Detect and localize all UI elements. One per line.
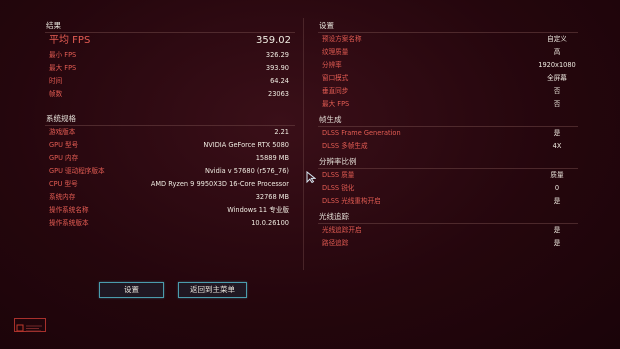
frame-gen-row-value: 4X	[552, 142, 562, 150]
logo-glyph-icon	[16, 324, 42, 332]
system-row-label: 游戏版本	[49, 128, 76, 136]
resolution-scale-row-value: 质量	[550, 171, 564, 179]
raytracing-panel: 光线追踪 光线追踪开启 是 路径追踪 是	[318, 211, 578, 250]
main-menu-button[interactable]: 返回到主菜单	[178, 282, 247, 298]
settings-row-label: 窗口模式	[322, 74, 349, 82]
settings-row: 纹理质量 高	[318, 46, 578, 59]
settings-row: 窗口模式 全屏幕	[318, 72, 578, 85]
settings-row-value: 自定义	[547, 35, 567, 43]
results-row-value: 23063	[268, 90, 289, 98]
settings-row-value: 1920x1080	[538, 61, 576, 69]
resolution-scale-row-label: DLSS 质量	[322, 171, 355, 179]
results-panel: 结果 平均 FPS 359.02 最小 FPS 326.29 最大 FPS 39…	[45, 20, 295, 101]
system-row-label: CPU 型号	[49, 180, 78, 188]
system-row-value: 32768 MB	[255, 193, 289, 201]
avg-fps-value: 359.02	[256, 35, 291, 46]
results-row-value: 393.90	[265, 64, 289, 72]
resolution-scale-row-value: 是	[553, 197, 561, 205]
settings-row-value: 全屏幕	[547, 74, 567, 82]
system-row: 系统内存 32768 MB	[45, 191, 295, 204]
system-row-value: AMD Ryzen 9 9950X3D 16-Core Processor	[150, 180, 289, 188]
resolution-scale-row: DLSS 锐化 0	[318, 182, 578, 195]
results-row: 最大 FPS 393.90	[45, 62, 295, 75]
cursor-arrow-icon	[306, 171, 316, 183]
settings-panel: 设置 预设方案名称 自定义 纹理质量 高 分辨率 1920x1080 窗口模式 …	[318, 20, 578, 111]
system-row: CPU 型号 AMD Ryzen 9 9950X3D 16-Core Proce…	[45, 178, 295, 191]
results-row-label: 帧数	[49, 90, 63, 98]
frame-gen-row-label: DLSS Frame Generation	[322, 129, 401, 137]
results-row-label: 最大 FPS	[49, 64, 77, 72]
system-row-label: GPU 内存	[49, 154, 79, 162]
system-row: GPU 驱动程序版本 Nvidia v 57680 (r576_76)	[45, 165, 295, 178]
settings-row: 最大 FPS 否	[318, 98, 578, 111]
settings-row-label: 最大 FPS	[322, 100, 350, 108]
system-row-label: 系统内存	[49, 193, 76, 201]
raytracing-row: 路径追踪 是	[318, 237, 578, 250]
system-row-value: 2.21	[274, 128, 289, 136]
system-row-label: 操作系统版本	[49, 219, 89, 227]
resolution-scale-row-label: DLSS 光线重构开启	[322, 197, 381, 205]
settings-title: 设置	[318, 20, 578, 33]
system-row-value: 15889 MB	[255, 154, 289, 162]
settings-row: 分辨率 1920x1080	[318, 59, 578, 72]
results-row: 时间 64.24	[45, 75, 295, 88]
resolution-scale-row-value: 0	[554, 184, 560, 192]
panel-divider	[303, 18, 304, 270]
resolution-scale-row: DLSS 光线重构开启 是	[318, 195, 578, 208]
brand-logo-icon	[14, 318, 46, 332]
settings-row-label: 垂直同步	[322, 87, 349, 95]
frame-gen-row-label: DLSS 多帧生成	[322, 142, 368, 150]
settings-row-label: 分辨率	[322, 61, 342, 69]
raytracing-row-value: 是	[553, 226, 561, 234]
resolution-scale-title: 分辨率比例	[318, 156, 578, 169]
system-row-value: Windows 11 专业版	[227, 206, 289, 214]
system-row-value: Nvidia v 57680 (r576_76)	[204, 167, 289, 175]
system-row-value: 10.0.26100	[251, 219, 289, 227]
results-row-value: 326.29	[265, 51, 289, 59]
raytracing-row-label: 光线追踪开启	[322, 226, 362, 234]
results-row-label: 最小 FPS	[49, 51, 77, 59]
system-row: GPU 内存 15889 MB	[45, 152, 295, 165]
system-row: GPU 型号 NVIDIA GeForce RTX 5080	[45, 139, 295, 152]
settings-row: 预设方案名称 自定义	[318, 33, 578, 46]
resolution-scale-row: DLSS 质量 质量	[318, 169, 578, 182]
frame-gen-row: DLSS Frame Generation 是	[318, 127, 578, 140]
settings-row-label: 纹理质量	[322, 48, 349, 56]
raytracing-row-value: 是	[553, 239, 561, 247]
frame-gen-row: DLSS 多帧生成 4X	[318, 140, 578, 153]
system-row-label: GPU 型号	[49, 141, 79, 149]
settings-button[interactable]: 设置	[99, 282, 164, 298]
settings-row-value: 否	[553, 87, 561, 95]
settings-row-value: 高	[553, 48, 561, 56]
system-row: 操作系统版本 10.0.26100	[45, 217, 295, 230]
settings-row: 垂直同步 否	[318, 85, 578, 98]
system-row-label: 操作系统名称	[49, 206, 89, 214]
resolution-scale-panel: 分辨率比例 DLSS 质量 质量 DLSS 锐化 0 DLSS 光线重构开启 是	[318, 156, 578, 208]
system-title: 系统规格	[45, 113, 295, 126]
results-row-label: 时间	[49, 77, 63, 85]
settings-row-label: 预设方案名称	[322, 35, 362, 43]
results-row-value: 64.24	[270, 77, 289, 85]
results-row: 帧数 23063	[45, 88, 295, 101]
avg-fps-label: 平均 FPS	[49, 35, 91, 46]
system-row: 操作系统名称 Windows 11 专业版	[45, 204, 295, 217]
system-panel: 系统规格 游戏版本 2.21 GPU 型号 NVIDIA GeForce RTX…	[45, 113, 295, 230]
results-row: 最小 FPS 326.29	[45, 49, 295, 62]
system-row-value: NVIDIA GeForce RTX 5080	[203, 141, 289, 149]
resolution-scale-row-label: DLSS 锐化	[322, 184, 355, 192]
frame-gen-title: 帧生成	[318, 114, 578, 127]
system-row: 游戏版本 2.21	[45, 126, 295, 139]
system-row-label: GPU 驱动程序版本	[49, 167, 105, 175]
settings-row-value: 否	[553, 100, 561, 108]
frame-gen-panel: 帧生成 DLSS Frame Generation 是 DLSS 多帧生成 4X	[318, 114, 578, 153]
results-title: 结果	[45, 20, 295, 33]
avg-fps-row: 平均 FPS 359.02	[45, 33, 295, 49]
frame-gen-row-value: 是	[553, 129, 561, 137]
raytracing-row: 光线追踪开启 是	[318, 224, 578, 237]
raytracing-title: 光线追踪	[318, 211, 578, 224]
raytracing-row-label: 路径追踪	[322, 239, 349, 247]
